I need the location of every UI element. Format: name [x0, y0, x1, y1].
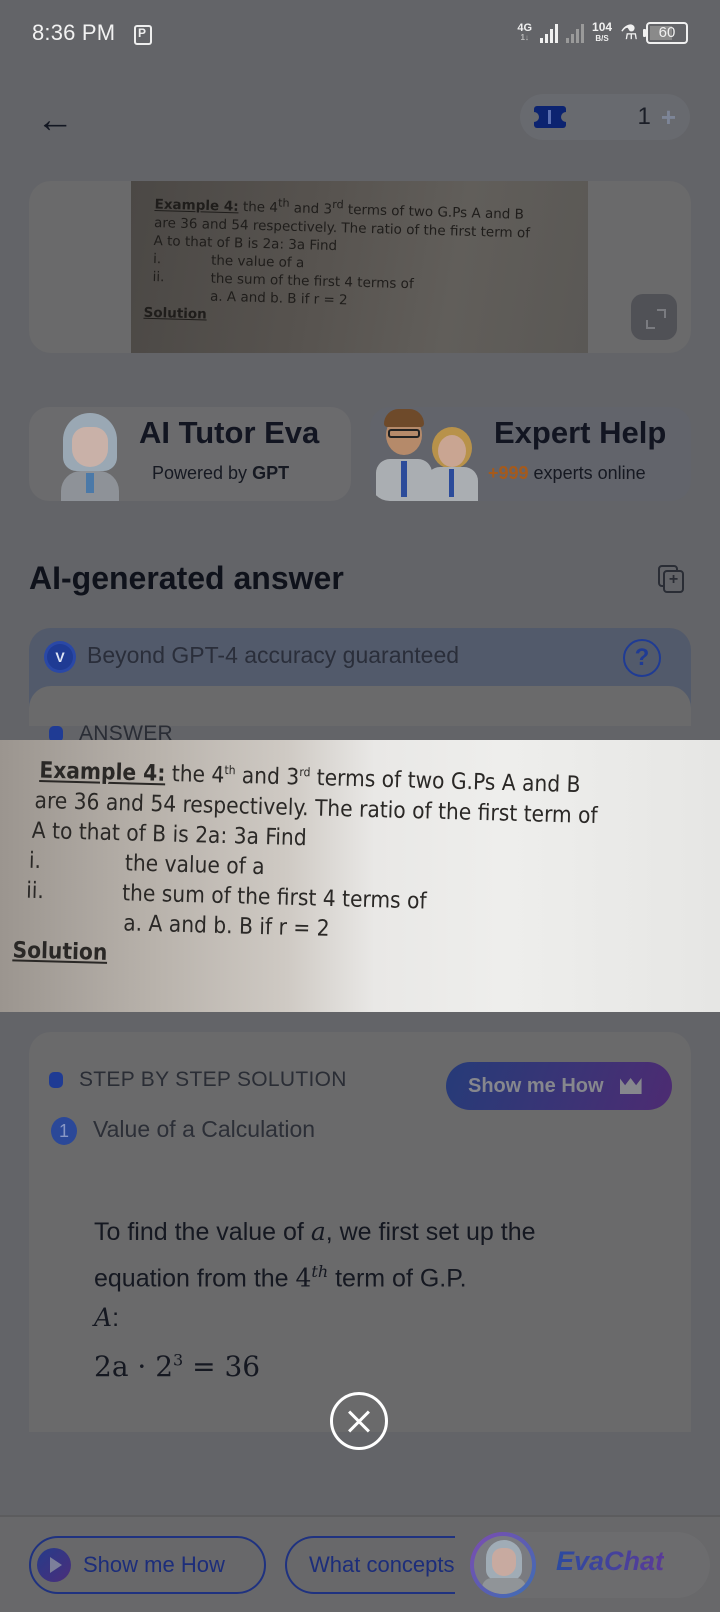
- expand-image-button[interactable]: [631, 294, 677, 340]
- speed-unit: B/S: [595, 34, 609, 43]
- what-concepts-chip-label: What concepts: [309, 1552, 455, 1577]
- copy-add-icon[interactable]: +: [658, 565, 684, 593]
- question-text: the 4: [165, 760, 225, 789]
- ai-answer-title: AI-generated answer: [29, 560, 344, 596]
- body-text: term of G.P.: [328, 1264, 467, 1293]
- section-dot-icon: [49, 1072, 63, 1088]
- equation-lhs: 2a · 2: [94, 1350, 174, 1383]
- speed-value: 104: [592, 20, 613, 34]
- step-title: Value of a Calculation: [93, 1116, 316, 1142]
- ai-tutor-card[interactable]: AI Tutor Eva Powered by GPT: [29, 407, 351, 501]
- experts-illustration: [372, 409, 480, 501]
- show-me-how-chip-label: Show me How: [83, 1552, 225, 1577]
- status-indicators: 4G 1↓ 104 B/S ⚗ 60: [517, 20, 688, 44]
- notification-app-icon: [134, 25, 152, 45]
- body-text: :: [112, 1304, 120, 1333]
- math-num: 4: [295, 1263, 312, 1293]
- network-type-icon: 4G 1↓: [517, 23, 532, 43]
- evachat-label: EvaChat: [556, 1546, 665, 1576]
- flask-icon: ⚗: [620, 22, 638, 44]
- gpt-label: GPT: [252, 463, 290, 483]
- example-label: Example 4:: [39, 757, 166, 787]
- credit-count: 1: [637, 103, 651, 130]
- battery-icon: 60: [643, 22, 688, 44]
- signal-strength-sim2-icon: [566, 23, 585, 43]
- answer-card: ANSWER: [29, 686, 691, 745]
- signal-strength-icon: [540, 23, 559, 43]
- item-number: ii.: [25, 877, 45, 904]
- accuracy-text: Beyond GPT-4 accuracy guaranteed: [87, 642, 460, 668]
- eva-avatar: [59, 413, 121, 501]
- network-activity: 1↓: [520, 33, 529, 42]
- crown-icon: [620, 1078, 642, 1094]
- math-sup: th: [311, 1262, 329, 1281]
- step-body: To find the value of a, we first set up …: [94, 1212, 574, 1338]
- show-me-how-chip[interactable]: Show me How: [29, 1536, 266, 1594]
- credits-button[interactable]: 1 +: [520, 94, 690, 140]
- powered-by: Powered by: [152, 463, 253, 483]
- expert-help-title: Expert Help: [494, 415, 667, 450]
- network-speed: 104 B/S: [592, 20, 613, 44]
- question-image-preview[interactable]: Example 4: the 4th and 3rd terms of two …: [0, 740, 720, 1012]
- example-label: Example 4:: [154, 196, 239, 215]
- experts-online: +999 experts online: [488, 463, 646, 484]
- arrow-left-icon: ←: [36, 99, 74, 141]
- math-var: a: [310, 1217, 326, 1246]
- item-number: ii.: [152, 268, 165, 285]
- step-number: 1: [51, 1117, 77, 1145]
- sup: rd: [332, 197, 344, 212]
- sup: th: [277, 196, 290, 210]
- back-button[interactable]: ←: [36, 100, 80, 144]
- item-number: i.: [152, 250, 162, 267]
- what-concepts-chip[interactable]: What concepts: [285, 1536, 455, 1594]
- question-text: terms of two G.Ps A and B: [309, 764, 581, 799]
- verified-badge-icon: V: [47, 644, 73, 670]
- bottom-action-bar: Show me How What concepts EvaChat: [0, 1515, 720, 1612]
- equation: 2a · 23 = 36: [94, 1350, 260, 1383]
- evachat-button[interactable]: EvaChat: [470, 1532, 710, 1598]
- equation-exp: 3: [173, 1350, 184, 1370]
- expert-help-card[interactable]: Expert Help +999 experts online: [370, 407, 691, 501]
- question-text: the 4: [238, 198, 279, 216]
- show-me-how-button[interactable]: Show me How: [446, 1062, 672, 1110]
- question-text: and 3: [289, 200, 333, 218]
- help-icon[interactable]: ?: [623, 639, 661, 677]
- sup: rd: [299, 765, 311, 780]
- ai-tutor-title: AI Tutor Eva: [139, 415, 320, 450]
- equation-rhs: = 36: [183, 1350, 261, 1383]
- ai-tutor-subtitle: Powered by GPT: [152, 463, 289, 484]
- show-me-how-label: Show me How: [468, 1074, 604, 1097]
- battery-level: 60: [658, 24, 676, 41]
- body-text: To find the value of: [94, 1218, 311, 1246]
- item-text: the value of a: [124, 849, 265, 880]
- question-text: and 3: [235, 762, 300, 791]
- add-credits-icon[interactable]: +: [661, 102, 676, 133]
- play-icon: [37, 1548, 71, 1582]
- status-time: 8:36 PM: [32, 20, 116, 45]
- eva-avatar-icon: [470, 1532, 536, 1598]
- math-var: A: [94, 1303, 113, 1333]
- item-number: i.: [28, 847, 42, 874]
- sup: th: [224, 763, 236, 778]
- step-solution-label: STEP BY STEP SOLUTION: [79, 1068, 347, 1091]
- step-solution-card: STEP BY STEP SOLUTION Show me How 1 Valu…: [29, 1032, 691, 1432]
- question-photo[interactable]: Example 4: the 4th and 3rd terms of two …: [131, 181, 588, 353]
- experts-online-label: experts online: [528, 463, 646, 483]
- ticket-icon: [529, 106, 571, 128]
- close-preview-button[interactable]: [330, 1392, 388, 1450]
- experts-count: +999: [488, 463, 529, 483]
